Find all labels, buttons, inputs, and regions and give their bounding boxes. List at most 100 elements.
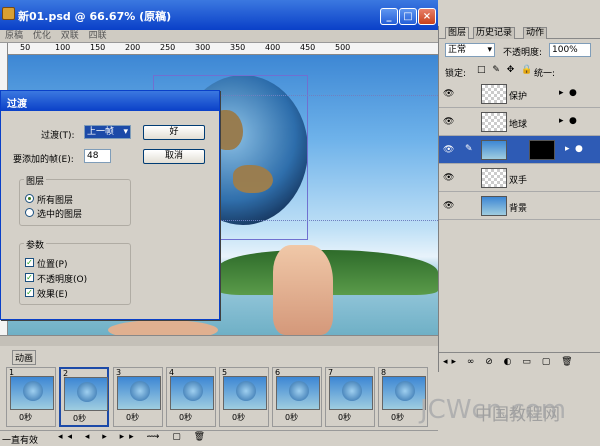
blend-mode-select[interactable]: 正常 ▾ xyxy=(445,43,495,57)
ruler-mark: 100 xyxy=(55,43,71,52)
frames-to-add-input[interactable]: 48 xyxy=(84,149,111,163)
fx-icon: ● xyxy=(575,144,583,154)
tween-with-label: 过渡(T): xyxy=(41,131,75,141)
tab-2up[interactable]: 双联 xyxy=(59,30,81,42)
eye-icon[interactable]: 👁 xyxy=(443,201,454,211)
ok-button[interactable]: 好 xyxy=(143,125,205,140)
playback-control-icons[interactable]: ◂◂ ◂ ▸ ▸▸ ⟿ ▢ 🗑 xyxy=(58,432,210,442)
tween-with-select[interactable]: 上一帧 ▾ xyxy=(84,125,131,139)
effects-checkbox[interactable]: ✓ xyxy=(25,288,34,297)
ruler-mark: 250 xyxy=(160,43,176,52)
opacity-input[interactable]: 100% xyxy=(549,43,591,57)
params-group: 参数 ✓ 位置(P) ✓ 不透明度(O) ✓ 效果(E) xyxy=(19,238,131,305)
layer-toolbar-icons[interactable]: ◂▸ ∞ ⊘ ◐ ▭ ▢ 🗑 xyxy=(443,357,577,367)
opacity-label: 不透明度: xyxy=(503,48,543,58)
eye-icon[interactable]: 👁 xyxy=(443,89,454,99)
layers-group-label: 图层 xyxy=(24,174,47,187)
eye-icon[interactable]: 👁 xyxy=(443,173,454,183)
layer-name: 地球 xyxy=(509,120,528,130)
layer-thumbnail xyxy=(481,84,507,104)
dialog-title-bar[interactable]: 过渡 xyxy=(1,91,219,111)
maximize-button[interactable]: □ xyxy=(399,8,417,25)
eye-icon[interactable]: 👁 xyxy=(443,117,454,127)
params-group-label: 参数 xyxy=(24,238,47,251)
expand-arrow-icon[interactable]: ▸ xyxy=(565,144,570,154)
frame-delay[interactable]: 0秒 xyxy=(73,413,86,424)
layers-bottom-toolbar: ◂▸ ∞ ⊘ ◐ ▭ ▢ 🗑 xyxy=(439,352,600,372)
chevron-down-icon: ▾ xyxy=(123,127,128,137)
frame-thumbnail xyxy=(223,376,267,410)
layer-thumbnail xyxy=(481,168,507,188)
animation-frame[interactable]: 7 0秒 xyxy=(325,367,375,427)
frame-delay[interactable]: 0秒 xyxy=(126,412,139,423)
animation-controls: 一直有效 ◂◂ ◂ ▸ ▸▸ ⟿ ▢ 🗑 xyxy=(0,430,438,446)
close-button[interactable]: × xyxy=(418,8,436,25)
animation-frame[interactable]: 3 0秒 xyxy=(113,367,163,427)
document-title-bar[interactable]: 新01.psd @ 66.67% (原稿) _ □ × xyxy=(0,0,438,30)
layer-row-selected[interactable]: 👁 ✎ ▸ ● xyxy=(439,136,600,164)
layer-thumbnail xyxy=(481,112,507,132)
minimize-button[interactable]: _ xyxy=(380,8,398,25)
frame-delay[interactable]: 0秒 xyxy=(338,412,351,423)
frame-delay[interactable]: 0秒 xyxy=(391,412,404,423)
layer-row[interactable]: 👁 背景 xyxy=(439,192,600,220)
opacity-checkbox[interactable]: ✓ xyxy=(25,273,34,282)
expand-arrow-icon[interactable]: ▸ xyxy=(559,116,564,126)
hand-artwork xyxy=(273,245,333,335)
position-label: 位置(P) xyxy=(37,260,68,270)
ruler-mark: 200 xyxy=(125,43,141,52)
ruler-mark: 450 xyxy=(300,43,316,52)
animation-frame[interactable]: 6 0秒 xyxy=(272,367,322,427)
layers-panel: 图层 历史记录 动作 正常 ▾ 不透明度: 100% 锁定: □ ✎ ✥ 🔒 统… xyxy=(438,26,600,372)
unify-label: 统一: xyxy=(534,69,556,79)
tab-original[interactable]: 原稿 xyxy=(3,30,25,42)
tab-history[interactable]: 历史记录 xyxy=(473,27,516,39)
opacity-label: 不透明度(O) xyxy=(37,275,88,285)
frame-thumbnail xyxy=(170,376,214,410)
ruler-mark: 150 xyxy=(90,43,106,52)
animation-frame[interactable]: 5 0秒 xyxy=(219,367,269,427)
blend-mode-value: 正常 xyxy=(448,45,467,55)
hand-artwork-lower xyxy=(108,320,218,335)
frame-delay[interactable]: 0秒 xyxy=(285,412,298,423)
layer-row[interactable]: 👁 双手 xyxy=(439,164,600,192)
frame-thumbnail xyxy=(276,376,320,410)
animation-frame[interactable]: 1 0秒 xyxy=(6,367,56,427)
position-checkbox[interactable]: ✓ xyxy=(25,258,34,267)
frame-delay[interactable]: 0秒 xyxy=(232,412,245,423)
cancel-button[interactable]: 取消 xyxy=(143,149,205,164)
loop-select[interactable]: 一直有效 xyxy=(2,433,38,446)
eye-icon[interactable]: 👁 xyxy=(443,145,454,155)
ruler-mark: 50 xyxy=(20,43,31,52)
tween-with-value: 上一帧 xyxy=(87,127,115,137)
frame-delay[interactable]: 0秒 xyxy=(19,412,32,423)
layer-mask-thumbnail[interactable] xyxy=(529,140,555,160)
lock-icons[interactable]: □ ✎ ✥ 🔒 xyxy=(477,65,534,75)
animation-frame-selected[interactable]: 2 0秒 xyxy=(59,367,109,427)
fx-icon: ● xyxy=(569,88,577,98)
psd-file-icon xyxy=(2,7,15,20)
selected-layers-radio[interactable] xyxy=(25,208,34,217)
all-layers-label: 所有图层 xyxy=(37,196,74,206)
tab-actions[interactable]: 动作 xyxy=(523,27,548,39)
selected-layers-label: 选中的图层 xyxy=(37,210,83,220)
layer-name: 背景 xyxy=(509,204,528,214)
tab-layers[interactable]: 图层 xyxy=(445,27,470,39)
tab-animation[interactable]: 动画 xyxy=(12,350,37,365)
dialog-title: 过渡 xyxy=(7,99,27,110)
view-tabs: 原稿 优化 双联 四联 xyxy=(0,30,438,43)
ruler-mark: 300 xyxy=(195,43,211,52)
layer-row[interactable]: 👁 保护 ▸ ● xyxy=(439,80,600,108)
frame-thumbnail xyxy=(329,376,373,410)
layer-row[interactable]: 👁 地球 ▸ ● xyxy=(439,108,600,136)
all-layers-radio[interactable] xyxy=(25,194,34,203)
ruler-mark: 400 xyxy=(265,43,281,52)
animation-frame[interactable]: 4 0秒 xyxy=(166,367,216,427)
tween-dialog: 过渡 过渡(T): 上一帧 ▾ 好 要添加的帧(E): 48 取消 图层 所有图… xyxy=(0,90,220,320)
tab-4up[interactable]: 四联 xyxy=(87,30,109,42)
frame-delay[interactable]: 0秒 xyxy=(179,412,192,423)
tab-optimized[interactable]: 优化 xyxy=(31,30,53,42)
frame-thumbnail xyxy=(64,377,108,411)
expand-arrow-icon[interactable]: ▸ xyxy=(559,88,564,98)
frame-thumbnail xyxy=(117,376,161,410)
